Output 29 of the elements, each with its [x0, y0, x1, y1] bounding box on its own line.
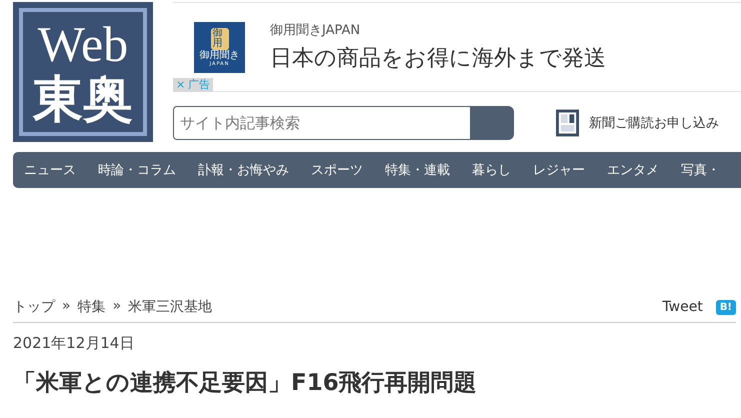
logo-text: 東奥 — [33, 71, 133, 127]
nav-item[interactable]: 写真・ — [681, 161, 720, 179]
breadcrumb-link[interactable]: 米軍三沢基地 — [128, 298, 212, 316]
search-field[interactable]: サイト内記事検索 — [173, 106, 470, 140]
ad-logo-badge: 御用 — [210, 28, 228, 50]
nav-item[interactable]: 訃報・お悔やみ — [198, 161, 289, 179]
nav-item[interactable]: エンタメ — [607, 161, 659, 179]
nav-item[interactable]: スポーツ — [311, 161, 363, 179]
nav-item[interactable]: 暮らし — [472, 161, 511, 179]
nav-item[interactable]: 特集・連載 — [385, 161, 450, 179]
nav-item[interactable]: 時論・コラム — [98, 161, 176, 179]
article-title: 「米軍との連携不足要因」F16飛行再開問題 — [13, 369, 478, 398]
site-logo[interactable]: Web 東奥 — [13, 2, 153, 142]
subscribe-link[interactable]: 新聞ご購読お申し込み — [589, 114, 719, 132]
ad-logo-text: 御用聞き — [200, 50, 240, 60]
breadcrumb-separator: » — [62, 298, 71, 316]
article-date: 2021年12月14日 — [13, 334, 136, 353]
newspaper-icon — [556, 109, 579, 137]
breadcrumb-separator: » — [112, 298, 122, 316]
logo-text: Web — [38, 17, 128, 71]
ad-tag: 广告 — [188, 78, 210, 92]
breadcrumb-link[interactable]: トップ — [13, 298, 55, 316]
tweet-link[interactable]: Tweet — [662, 299, 703, 315]
breadcrumb-link[interactable]: 特集 — [78, 298, 106, 316]
nav-item[interactable]: レジャー — [533, 161, 585, 179]
ad-headline: 日本の商品をお得に海外まで発送 — [270, 45, 606, 73]
nav-item[interactable]: ニュース — [24, 161, 76, 179]
search-button[interactable] — [470, 106, 514, 140]
ad-sponsor: 御用聞きJAPAN — [270, 22, 362, 39]
